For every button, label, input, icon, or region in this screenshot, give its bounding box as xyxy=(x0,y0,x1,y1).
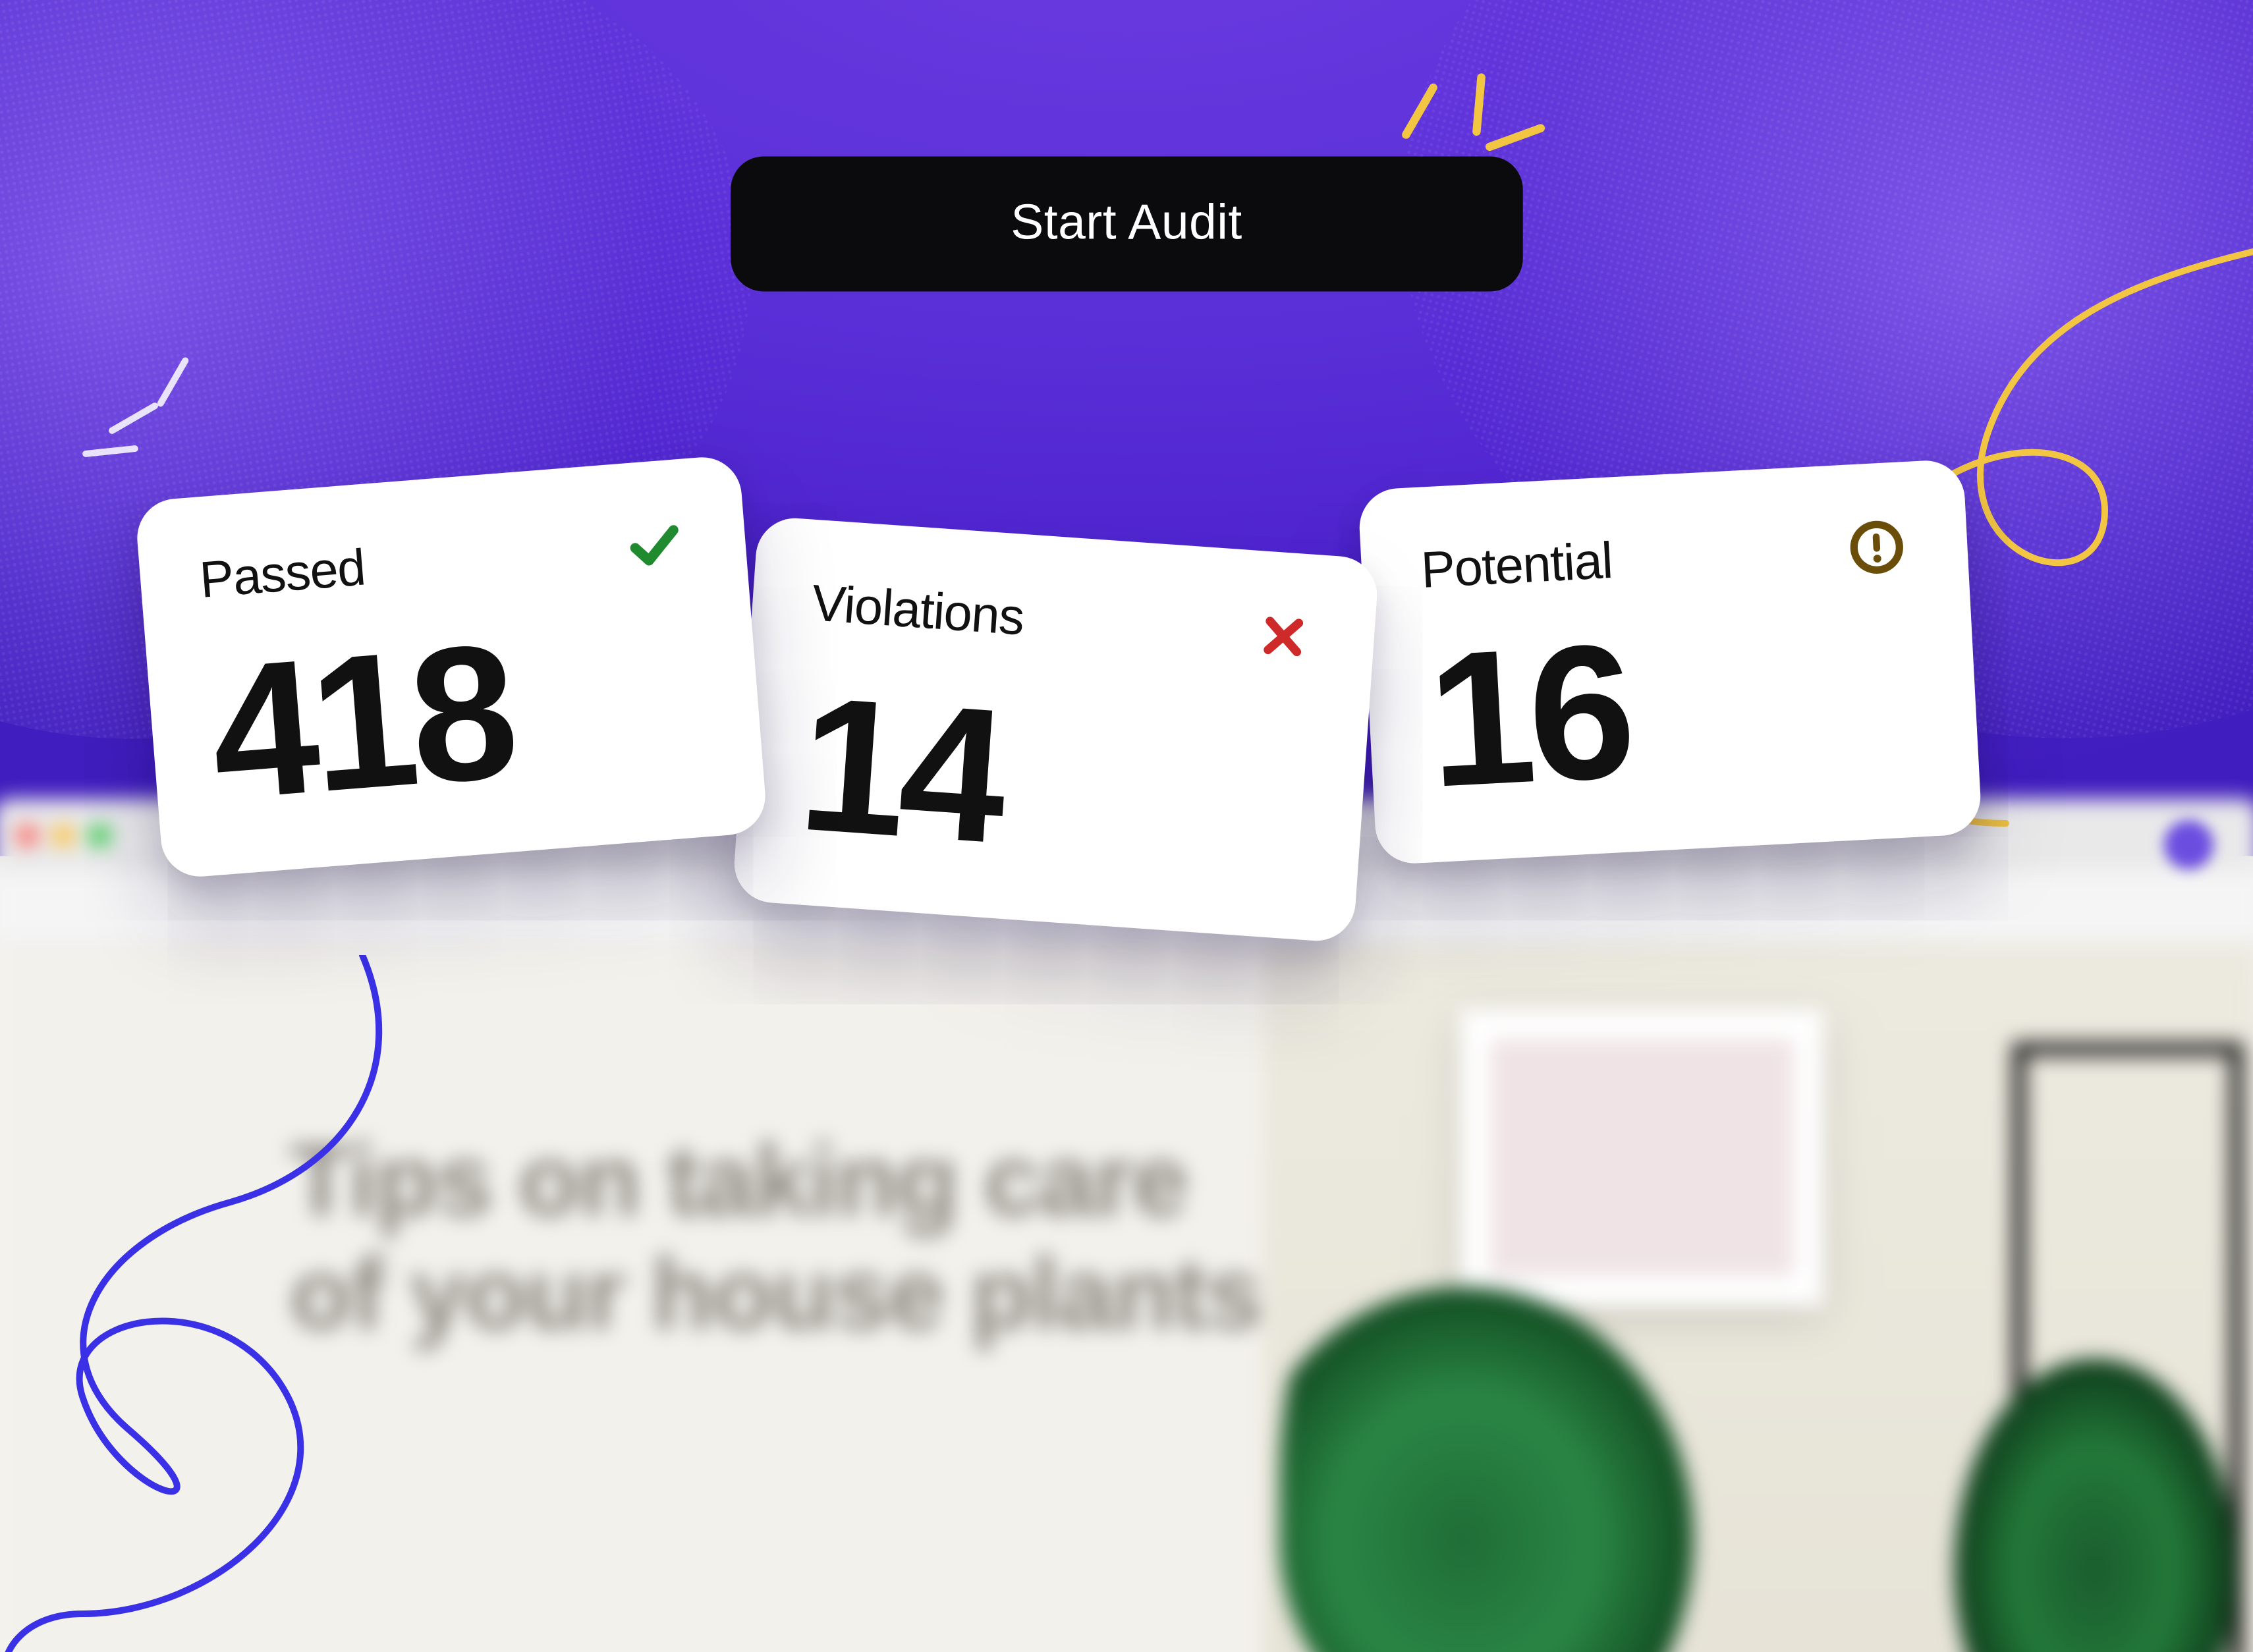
stat-value-violations: 14 xyxy=(794,667,1310,893)
stat-card-violations: Violations 14 xyxy=(732,516,1380,943)
stage: Tips on taking care of your house plants… xyxy=(0,0,2253,1652)
x-icon xyxy=(1250,603,1316,670)
stat-label-potential: Potential xyxy=(1420,532,1614,601)
stat-value-potential: 16 xyxy=(1424,600,1921,816)
plant-large xyxy=(1279,1125,1740,1652)
window-close-dot xyxy=(16,824,38,846)
stat-label-passed: Passed xyxy=(198,538,367,610)
page-headline: Tips on taking care of your house plants xyxy=(290,1125,1262,1354)
stat-value-passed: 418 xyxy=(204,600,705,829)
window-zoom-dot xyxy=(89,824,111,846)
stat-label-violations: Violations xyxy=(810,574,1026,647)
window-minimize-dot xyxy=(53,824,74,846)
alert-icon xyxy=(1844,514,1910,580)
accent-ticks-white xyxy=(82,379,214,494)
extension-badge xyxy=(2164,820,2213,869)
check-icon xyxy=(621,512,688,579)
browser-content: Tips on taking care of your house plants xyxy=(0,944,2253,1652)
stat-card-passed: Passed 418 xyxy=(134,454,768,879)
page-hero-text-area: Tips on taking care of your house plants xyxy=(0,944,1262,1652)
page-hero-image-area xyxy=(1262,944,2253,1652)
start-audit-button[interactable]: Start Audit xyxy=(731,157,1522,292)
plant-small xyxy=(1930,1224,2253,1652)
stat-card-potential: Potential 16 xyxy=(1358,458,1983,865)
